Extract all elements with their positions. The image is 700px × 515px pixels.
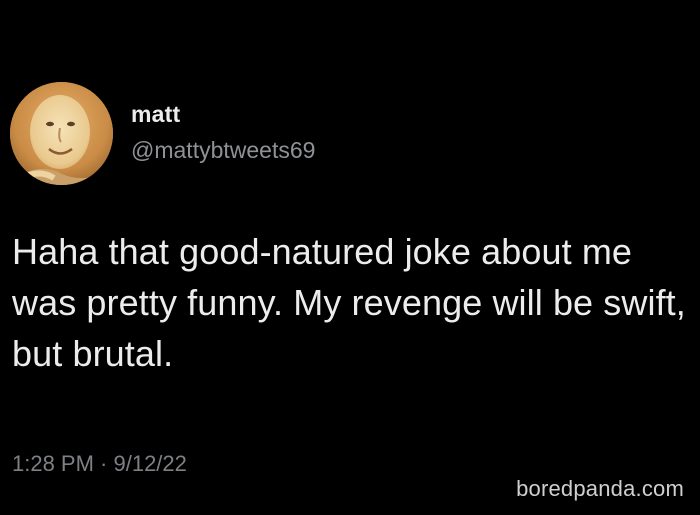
tweet-text: Haha that good-natured joke about me was… bbox=[12, 231, 686, 374]
avatar[interactable] bbox=[10, 82, 113, 185]
display-name[interactable]: matt bbox=[131, 100, 315, 128]
cartoon-face-avatar-icon bbox=[10, 82, 113, 185]
tweet-timestamp[interactable]: 1:28 PM · 9/12/22 bbox=[12, 449, 187, 479]
tweet-author: matt @mattybtweets69 bbox=[131, 100, 315, 166]
user-handle[interactable]: @mattybtweets69 bbox=[131, 134, 315, 166]
watermark: boredpanda.com bbox=[516, 476, 684, 501]
tweet-card: matt @mattybtweets69 Haha that good-natu… bbox=[0, 0, 700, 515]
